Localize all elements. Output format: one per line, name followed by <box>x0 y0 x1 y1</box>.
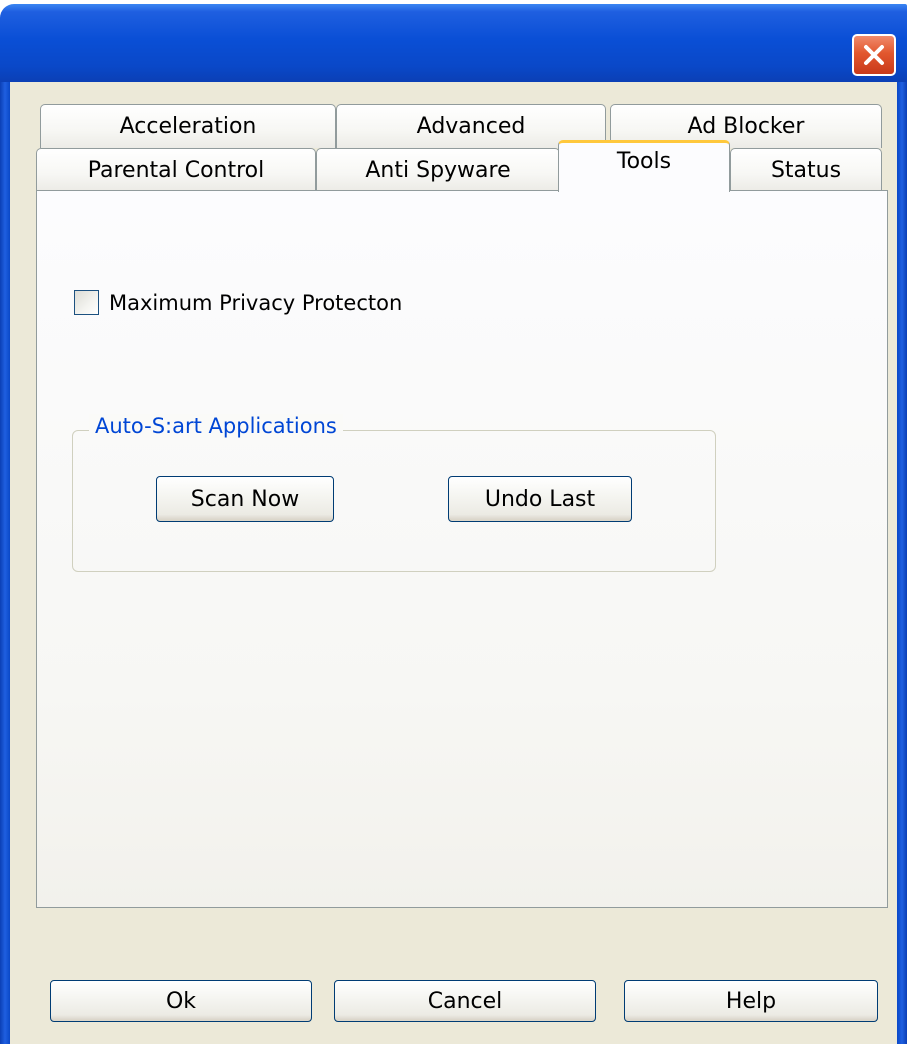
tab-acceleration[interactable]: Acceleration <box>40 104 336 148</box>
title-bar[interactable] <box>0 4 907 82</box>
window-frame-right <box>897 82 907 1044</box>
close-icon <box>864 45 884 65</box>
help-button[interactable]: Help <box>624 980 878 1022</box>
undo-last-button[interactable]: Undo Last <box>448 476 632 522</box>
window-frame-left <box>0 82 10 1044</box>
cancel-button[interactable]: Cancel <box>334 980 596 1022</box>
ok-button[interactable]: Ok <box>50 980 312 1022</box>
privacy-checkbox-row[interactable]: Maximum Privacy Protecton <box>74 290 402 315</box>
tab-anti-spyware[interactable]: Anti Spyware <box>316 148 560 191</box>
privacy-checkbox-label[interactable]: Maximum Privacy Protecton <box>109 291 402 315</box>
tab-tools[interactable]: Tools <box>558 140 730 192</box>
scan-now-button[interactable]: Scan Now <box>156 476 334 522</box>
tab-parental-control[interactable]: Parental Control <box>36 148 316 191</box>
tab-status[interactable]: Status <box>730 148 882 191</box>
close-button[interactable] <box>852 34 896 76</box>
groupbox-legend: Auto-S:art Applications <box>89 414 343 438</box>
dialog-window: Acceleration Advanced Ad Blocker Parenta… <box>0 0 907 1044</box>
privacy-checkbox[interactable] <box>74 290 99 315</box>
